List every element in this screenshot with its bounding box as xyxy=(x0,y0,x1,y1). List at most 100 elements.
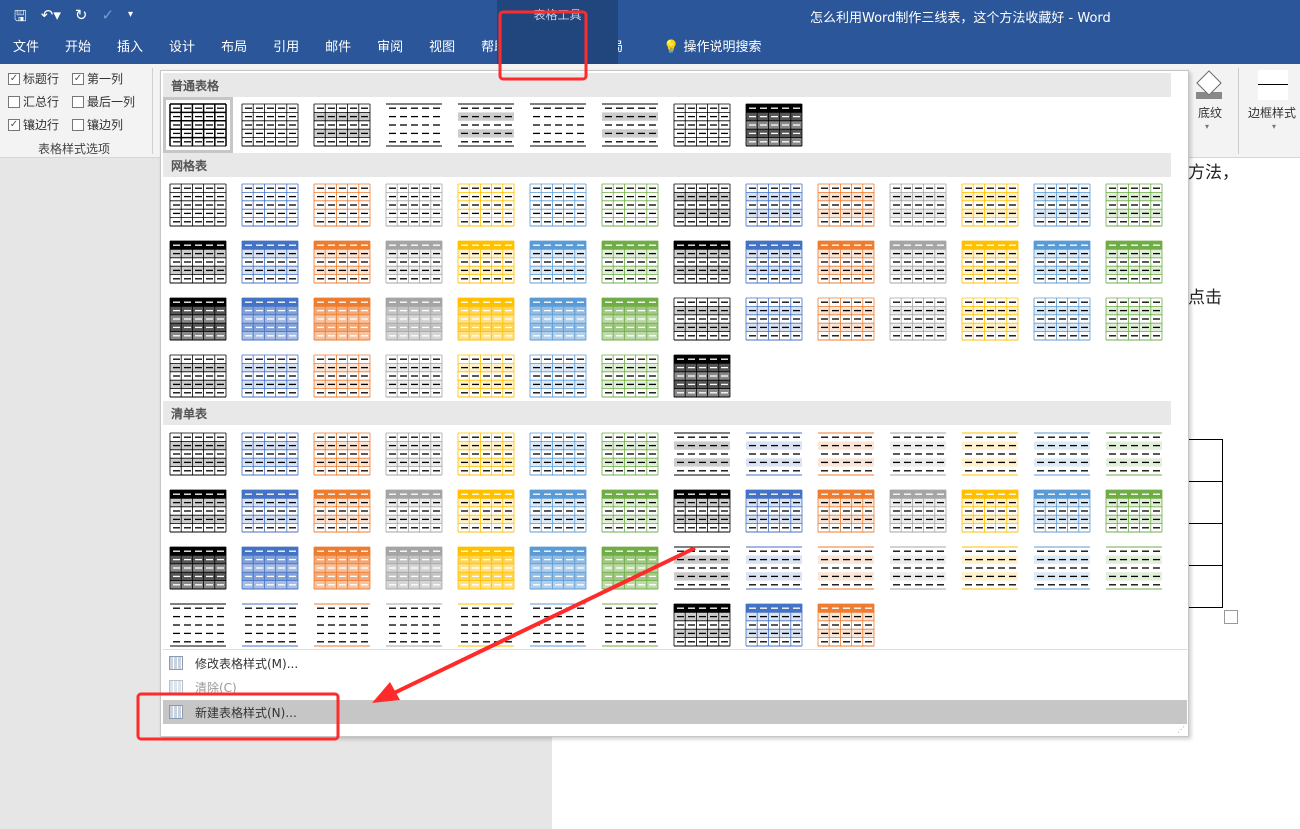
checkbox[interactable]: ✓ xyxy=(72,72,84,85)
list-table-style[interactable] xyxy=(169,432,227,476)
list-table-style[interactable] xyxy=(817,546,875,590)
plain-table-style[interactable] xyxy=(241,103,299,147)
list-table-style[interactable] xyxy=(1033,546,1091,590)
list-table-style[interactable] xyxy=(169,489,227,533)
plain-table-style[interactable] xyxy=(313,103,371,147)
list-table-style[interactable] xyxy=(1033,489,1091,533)
new-table-style-item[interactable]: 新建表格样式(N)... xyxy=(163,700,1187,724)
plain-table-style[interactable] xyxy=(385,103,443,147)
list-table-style[interactable] xyxy=(1105,489,1163,533)
tab-4[interactable]: 布局 xyxy=(208,32,260,64)
grid-table-style[interactable] xyxy=(1105,240,1163,284)
grid-table-style[interactable] xyxy=(817,183,875,227)
list-table-style[interactable] xyxy=(673,546,731,590)
list-table-style[interactable] xyxy=(529,546,587,590)
border-styles-button[interactable]: 边框样式 xyxy=(1248,104,1296,121)
tell-me-search[interactable]: 💡 操作说明搜索 xyxy=(650,32,774,64)
grid-table-style[interactable] xyxy=(385,240,443,284)
list-table-style[interactable] xyxy=(241,546,299,590)
list-table-style[interactable] xyxy=(961,432,1019,476)
list-table-style[interactable] xyxy=(313,432,371,476)
grid-table-style[interactable] xyxy=(169,297,227,341)
list-table-style[interactable] xyxy=(457,489,515,533)
redo-icon[interactable]: ↻ xyxy=(75,6,88,31)
grid-table-style[interactable] xyxy=(889,297,947,341)
list-table-style[interactable] xyxy=(601,546,659,590)
tab-6[interactable]: 邮件 xyxy=(312,32,364,64)
option-checkbox-5[interactable]: 镶边列 xyxy=(72,116,123,133)
grid-table-style[interactable] xyxy=(889,240,947,284)
list-table-style[interactable] xyxy=(241,489,299,533)
list-table-style[interactable] xyxy=(961,546,1019,590)
plain-table-style[interactable] xyxy=(673,103,731,147)
grid-table-style[interactable] xyxy=(601,183,659,227)
tab-7[interactable]: 审阅 xyxy=(364,32,416,64)
grid-table-style[interactable] xyxy=(169,240,227,284)
list-table-style[interactable] xyxy=(601,489,659,533)
list-table-style[interactable] xyxy=(169,603,227,647)
grid-table-style[interactable] xyxy=(673,297,731,341)
list-table-style[interactable] xyxy=(889,546,947,590)
list-table-style[interactable] xyxy=(529,432,587,476)
grid-table-style[interactable] xyxy=(457,297,515,341)
grid-table-style[interactable] xyxy=(457,183,515,227)
grid-table-style[interactable] xyxy=(169,354,227,398)
list-table-style[interactable] xyxy=(817,603,875,647)
list-table-style[interactable] xyxy=(385,489,443,533)
shading-button[interactable]: 底纹 xyxy=(1198,104,1222,121)
grid-table-style[interactable] xyxy=(529,297,587,341)
option-checkbox-0[interactable]: ✓ 标题行 xyxy=(8,70,59,87)
list-table-style[interactable] xyxy=(961,489,1019,533)
list-table-style[interactable] xyxy=(745,432,803,476)
plain-table-style[interactable] xyxy=(601,103,659,147)
list-table-style[interactable] xyxy=(529,603,587,647)
grid-table-style[interactable] xyxy=(385,297,443,341)
option-checkbox-4[interactable]: ✓ 镶边行 xyxy=(8,116,59,133)
grid-table-style[interactable] xyxy=(313,183,371,227)
grid-table-style[interactable] xyxy=(385,354,443,398)
undo-icon[interactable]: ↶▾ xyxy=(41,6,61,31)
checkbox[interactable] xyxy=(8,95,20,108)
list-table-style[interactable] xyxy=(601,432,659,476)
grid-table-style[interactable] xyxy=(313,354,371,398)
spelling-icon[interactable]: ✓ xyxy=(101,6,114,31)
list-table-style[interactable] xyxy=(457,603,515,647)
checkbox[interactable] xyxy=(72,95,84,108)
list-table-style[interactable] xyxy=(169,546,227,590)
grid-table-style[interactable] xyxy=(601,354,659,398)
list-table-style[interactable] xyxy=(673,432,731,476)
grid-table-style[interactable] xyxy=(961,240,1019,284)
list-table-style[interactable] xyxy=(1105,432,1163,476)
grid-table-style[interactable] xyxy=(529,240,587,284)
list-table-style[interactable] xyxy=(313,489,371,533)
grid-table-style[interactable] xyxy=(529,183,587,227)
list-table-style[interactable] xyxy=(745,603,803,647)
grid-table-style[interactable] xyxy=(529,354,587,398)
list-table-style[interactable] xyxy=(601,603,659,647)
checkbox[interactable] xyxy=(72,118,84,131)
option-checkbox-2[interactable]: 汇总行 xyxy=(8,93,59,110)
tab-5[interactable]: 引用 xyxy=(260,32,312,64)
grid-table-style[interactable] xyxy=(745,297,803,341)
tab-2[interactable]: 插入 xyxy=(104,32,156,64)
list-table-style[interactable] xyxy=(745,489,803,533)
grid-table-style[interactable] xyxy=(1033,240,1091,284)
list-table-style[interactable] xyxy=(1105,546,1163,590)
list-table-style[interactable] xyxy=(241,432,299,476)
plain-table-style[interactable] xyxy=(745,103,803,147)
grid-table-style[interactable] xyxy=(241,297,299,341)
plain-table-style[interactable] xyxy=(163,97,233,153)
grid-table-style[interactable] xyxy=(1033,183,1091,227)
grid-table-style[interactable] xyxy=(961,297,1019,341)
plain-table-style[interactable] xyxy=(529,103,587,147)
border-style-icon[interactable] xyxy=(1258,70,1288,100)
grid-table-style[interactable] xyxy=(601,240,659,284)
grid-table-style[interactable] xyxy=(241,183,299,227)
list-table-style[interactable] xyxy=(313,603,371,647)
resize-grip-icon[interactable]: ⋰ xyxy=(1177,725,1185,734)
grid-table-style[interactable] xyxy=(457,240,515,284)
grid-table-style[interactable] xyxy=(1105,183,1163,227)
save-icon[interactable]: 🖫 xyxy=(14,6,27,31)
tab-1[interactable]: 开始 xyxy=(52,32,104,64)
grid-table-style[interactable] xyxy=(673,354,731,398)
